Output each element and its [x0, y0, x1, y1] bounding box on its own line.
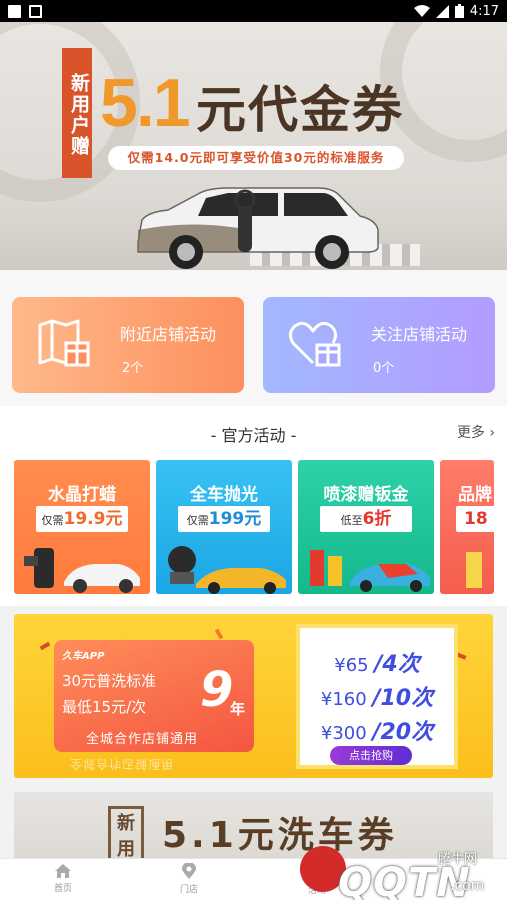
watermark-tag: 腾牛网 [438, 852, 478, 867]
promo-card-waxing[interactable]: 水晶打蜡 仅需19.9元 [14, 460, 150, 594]
promo-card-spray-paint[interactable]: 喷漆赠钣金 低至6折 [298, 460, 434, 594]
price-amount: ¥160 [320, 689, 367, 710]
promo-price-pill: 18 [456, 506, 494, 532]
price-prefix: 低至 [340, 514, 363, 527]
card-title: 关注店铺活动 [371, 325, 468, 344]
nearby-store-activity-card[interactable]: 附近店铺活动 2个 [12, 297, 244, 393]
chevron-right-icon: › [489, 425, 495, 441]
price-row: ¥65 /4次 [300, 646, 454, 678]
app-tag: 久车APP [62, 651, 105, 662]
more-link[interactable]: 更多 › [457, 422, 495, 442]
wash-year-glyph: 年 [230, 700, 246, 718]
store-activity-section: 附近店铺活动 2个 关注店铺活动 0个 [0, 270, 507, 406]
wifi-icon [413, 4, 430, 17]
polisher-car-illustration [168, 546, 286, 594]
nav-label: 首页 [53, 884, 72, 894]
heart-gift-icon [288, 321, 341, 367]
confetti-decoration [214, 628, 224, 640]
signal-icon [435, 4, 449, 18]
hero-subtitle: 仅需14.0元即可享受价值30元的标准服务 [108, 146, 404, 170]
price-value: 18 [464, 509, 488, 529]
official-activities-section: - 官方活动 - 更多 › 水晶打蜡 仅需19.9元 全车抛光 仅需199元 喷… [0, 406, 507, 606]
price-times: /10次 [372, 686, 434, 711]
wash-min-price-text: 最低15元/次 [62, 698, 147, 716]
wash-reflection-text: 全城合作店铺通用 [70, 757, 175, 771]
hero-banner[interactable]: 新用户赠 5.1 元代金券 仅需14.0元即可享受价值30元的标准服务 [0, 22, 507, 270]
wash-coverage-text: 全城合作店铺通用 [86, 732, 199, 747]
map-gift-icon [38, 319, 90, 367]
status-bar: 4:17 [0, 0, 507, 22]
price-list-box: ¥65 /4次 ¥160 /10次 ¥300 /20次 点击抢购 [296, 624, 458, 769]
suv-car-illustration [137, 187, 379, 269]
promo-price-pill: 仅需19.9元 [36, 506, 128, 532]
buy-now-button[interactable]: 点击抢购 [330, 746, 412, 765]
card-count: 0个 [373, 361, 395, 376]
hero-amount: 5.1 [100, 65, 191, 141]
confetti-decoration [39, 641, 51, 651]
price-row: ¥160 /10次 [300, 680, 454, 712]
voucher-badge: 新用 [108, 806, 144, 862]
hero-badge: 新用户赠 [62, 48, 92, 178]
status-time: 4:17 [469, 3, 499, 19]
site-watermark: QQTN 腾牛网 .com [290, 838, 500, 900]
price-value: 6折 [362, 509, 392, 529]
app-screen: 4:17 新用户赠 5.1 元代金券 仅需14.0元即可享受价值30元的标准服务 [0, 0, 507, 900]
nav-label: 门店 [179, 885, 198, 895]
promo-title: 喷漆赠钣金 [323, 485, 409, 505]
price-prefix: 仅需 [186, 514, 209, 527]
followed-store-activity-card[interactable]: 关注店铺活动 0个 [263, 297, 495, 393]
watermark-suffix: .com [450, 878, 485, 894]
home-icon [55, 864, 71, 878]
promo-title: 全车抛光 [190, 485, 258, 505]
promo-card-polishing[interactable]: 全车抛光 仅需199元 [156, 460, 292, 594]
wash-standard-text: 30元普洗标准 [62, 672, 157, 690]
price-prefix: 仅需 [41, 514, 64, 527]
promo-price-pill: 低至6折 [320, 506, 412, 532]
hero-unit: 元代金券 [196, 81, 404, 139]
location-pin-icon [182, 863, 196, 879]
notification-square-icon [8, 4, 21, 18]
card-count: 2个 [122, 361, 144, 376]
section-title: - 官方活动 - [210, 426, 297, 445]
promo-title: 水晶打蜡 [48, 485, 116, 505]
price-row: ¥300 /20次 [300, 714, 454, 746]
wash-card-banner[interactable]: 久车APP 30元普洗标准 最低15元/次 全城合作店铺通用 9 年 全城合作店… [14, 614, 493, 778]
promo-card-brand[interactable]: 品牌 18 [440, 460, 494, 594]
nav-home[interactable]: 首页 [18, 863, 108, 894]
notification-image-icon [29, 4, 42, 18]
more-label: 更多 [456, 425, 485, 441]
price-amount: ¥300 [320, 723, 367, 744]
wash-card-panel: 久车APP 30元普洗标准 最低15元/次 全城合作店铺通用 9 年 [54, 640, 254, 752]
oil-bottle-illustration [466, 552, 482, 588]
price-times: /4次 [374, 652, 420, 677]
promo-price-pill: 仅需199元 [178, 506, 270, 532]
price-value: 19.9元 [63, 509, 123, 529]
wash-nine-glyph: 9 [200, 662, 234, 718]
car-wax-illustration [24, 548, 140, 593]
promo-title: 品牌 [458, 485, 492, 505]
card-title: 附近店铺活动 [120, 325, 217, 344]
nav-stores[interactable]: 门店 [144, 863, 234, 895]
price-amount: ¥65 [334, 655, 369, 676]
battery-icon [454, 4, 464, 18]
price-times: /20次 [372, 720, 434, 745]
paint-car-illustration [310, 550, 430, 592]
price-value: 199元 [208, 509, 262, 529]
